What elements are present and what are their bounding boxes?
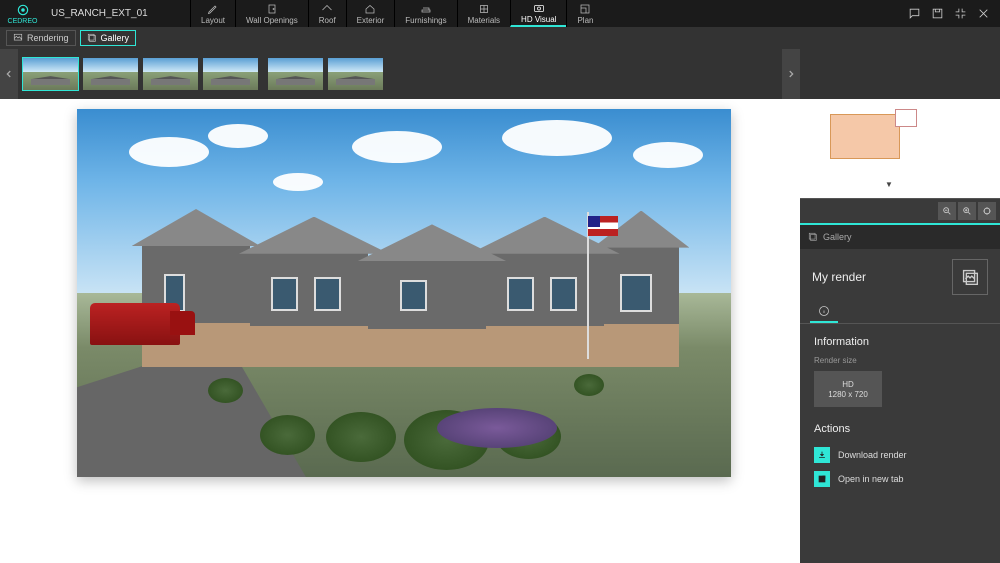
minimap-annex bbox=[895, 109, 917, 127]
recenter-button[interactable] bbox=[978, 202, 996, 220]
render-stack-button[interactable] bbox=[952, 259, 988, 295]
tab-label: Materials bbox=[468, 16, 500, 25]
fullscreen-exit-icon[interactable] bbox=[954, 7, 967, 20]
chevron-left-icon bbox=[4, 66, 14, 82]
sub-tab-label: Gallery bbox=[101, 33, 130, 43]
zoom-out-button[interactable] bbox=[938, 202, 956, 220]
content-area: Gallery My render Information Render siz… bbox=[0, 99, 1000, 563]
download-render-button[interactable]: Download render bbox=[814, 443, 986, 467]
tab-label: Wall Openings bbox=[246, 16, 298, 25]
project-title: US_RANCH_EXT_01 bbox=[45, 8, 190, 19]
render-size-value: 1280 x 720 bbox=[828, 390, 868, 399]
render-size-name: HD bbox=[842, 380, 854, 389]
tab-furnishings[interactable]: Furnishings bbox=[394, 0, 456, 27]
tab-label: HD Visual bbox=[521, 15, 556, 24]
zoom-in-button[interactable] bbox=[958, 202, 976, 220]
chevron-right-icon bbox=[786, 66, 796, 82]
right-sidebar: Gallery My render Information Render siz… bbox=[800, 99, 1000, 563]
render-size-label: Render size bbox=[814, 356, 986, 365]
download-icon bbox=[817, 450, 827, 460]
tab-label: Plan bbox=[577, 16, 593, 25]
zoom-in-icon bbox=[962, 206, 972, 216]
thumbnail-3[interactable] bbox=[143, 58, 198, 90]
rendered-flag bbox=[588, 216, 618, 236]
thumbnail-6[interactable] bbox=[268, 58, 323, 90]
tab-label: Roof bbox=[319, 16, 336, 25]
thumbnail-2[interactable] bbox=[83, 58, 138, 90]
tab-hd-visual[interactable]: HD Visual bbox=[510, 0, 566, 27]
logo-icon bbox=[16, 3, 30, 17]
tab-label: Furnishings bbox=[405, 16, 446, 25]
save-icon[interactable] bbox=[931, 7, 944, 20]
panel-title: My render bbox=[812, 270, 866, 284]
action-label: Download render bbox=[838, 450, 907, 460]
sub-tab-rendering[interactable]: Rendering bbox=[6, 30, 76, 46]
minimap-floorplan bbox=[830, 114, 900, 159]
panel-tab-label: Gallery bbox=[823, 232, 852, 242]
thumbnail-strip bbox=[0, 49, 1000, 99]
tab-roof[interactable]: Roof bbox=[308, 0, 346, 27]
brand-logo[interactable]: CEDREO bbox=[0, 3, 45, 25]
tab-layout[interactable]: Layout bbox=[190, 0, 235, 27]
sub-tab-label: Rendering bbox=[27, 33, 69, 43]
actions-heading: Actions bbox=[814, 423, 986, 435]
image-stack-icon bbox=[959, 266, 981, 288]
sofa-icon bbox=[420, 3, 432, 15]
render-icon bbox=[13, 33, 23, 43]
thumbnail-1[interactable] bbox=[23, 58, 78, 90]
minimap[interactable] bbox=[800, 99, 1000, 199]
main-tabs: Layout Wall Openings Roof Exterior Furni… bbox=[190, 0, 603, 27]
chat-icon[interactable] bbox=[908, 7, 921, 20]
house-icon bbox=[364, 3, 376, 15]
pencil-icon bbox=[207, 3, 219, 15]
thumb-prev-button[interactable] bbox=[0, 49, 18, 99]
panel-subtab-info[interactable] bbox=[810, 301, 838, 323]
gallery-icon bbox=[808, 232, 818, 242]
brand-label: CEDREO bbox=[8, 18, 38, 25]
info-icon bbox=[818, 305, 830, 317]
roof-icon bbox=[321, 3, 333, 15]
open-new-tab-button[interactable]: Open in new tab bbox=[814, 467, 986, 491]
info-panel: Gallery My render Information Render siz… bbox=[800, 223, 1000, 563]
sub-toolbar: Rendering Gallery bbox=[0, 27, 1000, 49]
render-preview bbox=[77, 109, 731, 477]
camera-icon bbox=[533, 2, 545, 14]
tab-plan[interactable]: Plan bbox=[566, 0, 603, 27]
rendered-truck bbox=[90, 303, 180, 345]
tab-label: Layout bbox=[201, 16, 225, 25]
tab-materials[interactable]: Materials bbox=[457, 0, 510, 27]
thumbnail-7[interactable] bbox=[328, 58, 383, 90]
minimap-camera-icon bbox=[885, 174, 893, 182]
thumb-next-button[interactable] bbox=[782, 49, 800, 99]
render-size-box[interactable]: HD 1280 x 720 bbox=[814, 371, 882, 407]
sub-tab-gallery[interactable]: Gallery bbox=[80, 30, 137, 46]
top-toolbar: CEDREO US_RANCH_EXT_01 Layout Wall Openi… bbox=[0, 0, 1000, 27]
action-label: Open in new tab bbox=[838, 474, 904, 484]
thumbnail-4[interactable] bbox=[203, 58, 258, 90]
external-link-icon bbox=[817, 474, 827, 484]
panel-tab-gallery[interactable]: Gallery bbox=[800, 225, 1000, 249]
tab-wall-openings[interactable]: Wall Openings bbox=[235, 0, 308, 27]
close-icon[interactable] bbox=[977, 7, 990, 20]
swatch-icon bbox=[478, 3, 490, 15]
information-heading: Information bbox=[814, 336, 986, 348]
zoom-out-icon bbox=[942, 206, 952, 216]
target-icon bbox=[982, 206, 992, 216]
gallery-icon bbox=[87, 33, 97, 43]
tab-label: Exterior bbox=[357, 16, 385, 25]
door-icon bbox=[266, 3, 278, 15]
thumbnail-list bbox=[18, 53, 388, 95]
plan-icon bbox=[579, 3, 591, 15]
tab-exterior[interactable]: Exterior bbox=[346, 0, 395, 27]
top-right-controls bbox=[908, 7, 1000, 20]
